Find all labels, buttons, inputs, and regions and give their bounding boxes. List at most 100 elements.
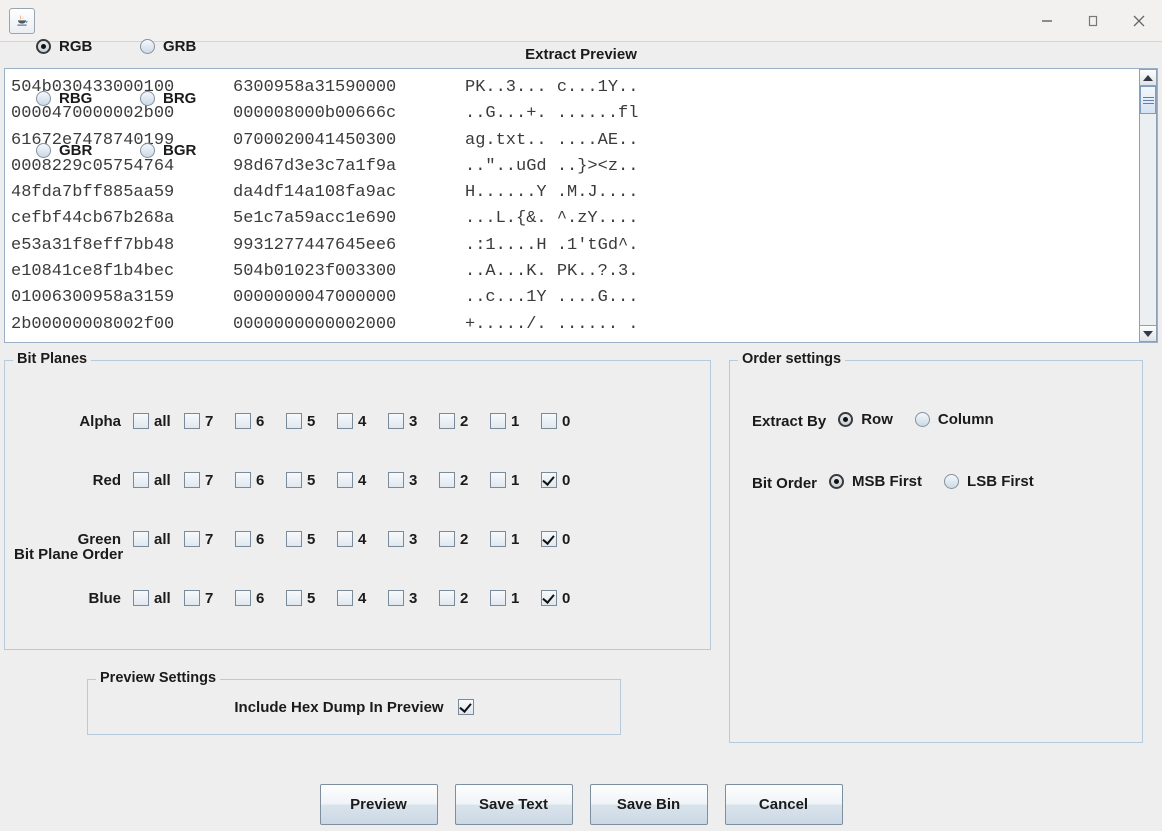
- bit-plane-blue-0[interactable]: 0: [541, 590, 592, 607]
- checkbox-red-0[interactable]: [541, 472, 557, 488]
- bit-plane-red-1[interactable]: 1: [490, 472, 541, 489]
- bit-plane-order-rgb[interactable]: RGB: [36, 38, 92, 55]
- checkbox-blue-7[interactable]: [184, 590, 200, 606]
- checkbox-green-7[interactable]: [184, 531, 200, 547]
- bit-plane-green-7[interactable]: 7: [184, 531, 235, 548]
- checkbox-red-7[interactable]: [184, 472, 200, 488]
- radio-rgb[interactable]: [36, 39, 51, 54]
- checkbox-alpha-all[interactable]: [133, 413, 149, 429]
- checkbox-alpha-0[interactable]: [541, 413, 557, 429]
- radio-brg[interactable]: [140, 91, 155, 106]
- radio-row[interactable]: [838, 412, 854, 427]
- checkbox-green-2[interactable]: [439, 531, 455, 547]
- bit-plane-order-rbg[interactable]: RBG: [36, 90, 92, 107]
- bit-plane-red-2[interactable]: 2: [439, 472, 490, 489]
- bit-plane-red-4[interactable]: 4: [337, 472, 388, 489]
- checkbox-alpha-2[interactable]: [439, 413, 455, 429]
- hex-dump-scrollbar[interactable]: [1138, 69, 1157, 342]
- bit-plane-alpha-0[interactable]: 0: [541, 413, 592, 430]
- checkbox-blue-6[interactable]: [235, 590, 251, 606]
- bit-plane-red-all[interactable]: all: [133, 472, 184, 489]
- scroll-down-arrow-icon[interactable]: [1139, 325, 1157, 342]
- radio-gbr[interactable]: [36, 143, 51, 158]
- bit-plane-alpha-7[interactable]: 7: [184, 413, 235, 430]
- radio-column[interactable]: [914, 412, 930, 427]
- checkbox-green-all[interactable]: [133, 531, 149, 547]
- hex-dump-text[interactable]: 504b030433000100 6300958a31590000 PK..3...…: [5, 69, 1138, 342]
- bit-plane-order-bgr[interactable]: BGR: [140, 142, 196, 159]
- bit-plane-blue-5[interactable]: 5: [286, 590, 337, 607]
- bit-plane-alpha-5[interactable]: 5: [286, 413, 337, 430]
- save-bin-button[interactable]: Save Bin: [589, 784, 708, 825]
- include-hex-dump-checkbox[interactable]: [457, 699, 474, 715]
- bit-order-lsb-first[interactable]: LSB First: [944, 473, 1034, 490]
- checkbox-blue-4[interactable]: [337, 590, 353, 606]
- minimize-button[interactable]: [1024, 0, 1070, 41]
- bit-plane-red-6[interactable]: 6: [235, 472, 286, 489]
- radio-rbg[interactable]: [36, 91, 51, 106]
- bit-plane-blue-4[interactable]: 4: [337, 590, 388, 607]
- bit-plane-blue-1[interactable]: 1: [490, 590, 541, 607]
- bit-plane-order-gbr[interactable]: GBR: [36, 142, 92, 159]
- checkbox-red-4[interactable]: [337, 472, 353, 488]
- bit-plane-red-7[interactable]: 7: [184, 472, 235, 489]
- bit-plane-red-0[interactable]: 0: [541, 472, 592, 489]
- radio-bgr[interactable]: [140, 143, 155, 158]
- checkbox-green-4[interactable]: [337, 531, 353, 547]
- bit-plane-green-6[interactable]: 6: [235, 531, 286, 548]
- checkbox-red-all[interactable]: [133, 472, 149, 488]
- checkbox-blue-2[interactable]: [439, 590, 455, 606]
- bit-plane-blue-6[interactable]: 6: [235, 590, 286, 607]
- checkbox-red-1[interactable]: [490, 472, 506, 488]
- checkbox-alpha-7[interactable]: [184, 413, 200, 429]
- bit-plane-blue-2[interactable]: 2: [439, 590, 490, 607]
- checkbox-alpha-5[interactable]: [286, 413, 302, 429]
- scrollbar-track[interactable]: [1139, 86, 1157, 325]
- checkbox-green-6[interactable]: [235, 531, 251, 547]
- close-button[interactable]: [1116, 0, 1162, 41]
- checkbox-blue-all[interactable]: [133, 590, 149, 606]
- checkbox-alpha-1[interactable]: [490, 413, 506, 429]
- bit-plane-order-brg[interactable]: BRG: [140, 90, 196, 107]
- radio-msb-first[interactable]: [829, 474, 845, 489]
- checkbox-green-5[interactable]: [286, 531, 302, 547]
- checkbox-green-0[interactable]: [541, 531, 557, 547]
- bit-plane-green-all[interactable]: all: [133, 531, 184, 548]
- bit-plane-alpha-3[interactable]: 3: [388, 413, 439, 430]
- save-text-button[interactable]: Save Text: [454, 784, 573, 825]
- radio-lsb-first[interactable]: [944, 474, 960, 489]
- cancel-button[interactable]: Cancel: [724, 784, 843, 825]
- bit-plane-green-0[interactable]: 0: [541, 531, 592, 548]
- scrollbar-thumb[interactable]: [1140, 86, 1156, 114]
- maximize-button[interactable]: [1070, 0, 1116, 41]
- checkbox-blue-5[interactable]: [286, 590, 302, 606]
- checkbox-blue-3[interactable]: [388, 590, 404, 606]
- extract-by-column[interactable]: Column: [914, 411, 994, 428]
- bit-plane-alpha-6[interactable]: 6: [235, 413, 286, 430]
- checkbox-alpha-3[interactable]: [388, 413, 404, 429]
- bit-order-msb-first[interactable]: MSB First: [829, 473, 922, 490]
- bit-plane-green-3[interactable]: 3: [388, 531, 439, 548]
- preview-button[interactable]: Preview: [319, 784, 438, 825]
- bit-plane-blue-3[interactable]: 3: [388, 590, 439, 607]
- scroll-up-arrow-icon[interactable]: [1139, 69, 1157, 86]
- bit-plane-green-4[interactable]: 4: [337, 531, 388, 548]
- extract-by-row[interactable]: Row: [838, 411, 893, 428]
- bit-plane-alpha-1[interactable]: 1: [490, 413, 541, 430]
- checkbox-green-3[interactable]: [388, 531, 404, 547]
- checkbox-red-5[interactable]: [286, 472, 302, 488]
- checkbox-blue-0[interactable]: [541, 590, 557, 606]
- radio-grb[interactable]: [140, 39, 155, 54]
- checkbox-red-3[interactable]: [388, 472, 404, 488]
- checkbox-alpha-6[interactable]: [235, 413, 251, 429]
- bit-plane-alpha-all[interactable]: all: [133, 413, 184, 430]
- bit-plane-red-5[interactable]: 5: [286, 472, 337, 489]
- bit-plane-red-3[interactable]: 3: [388, 472, 439, 489]
- bit-plane-alpha-4[interactable]: 4: [337, 413, 388, 430]
- bit-plane-order-grb[interactable]: GRB: [140, 38, 196, 55]
- bit-plane-green-1[interactable]: 1: [490, 531, 541, 548]
- checkbox-green-1[interactable]: [490, 531, 506, 547]
- bit-plane-green-5[interactable]: 5: [286, 531, 337, 548]
- checkbox-blue-1[interactable]: [490, 590, 506, 606]
- bit-plane-blue-7[interactable]: 7: [184, 590, 235, 607]
